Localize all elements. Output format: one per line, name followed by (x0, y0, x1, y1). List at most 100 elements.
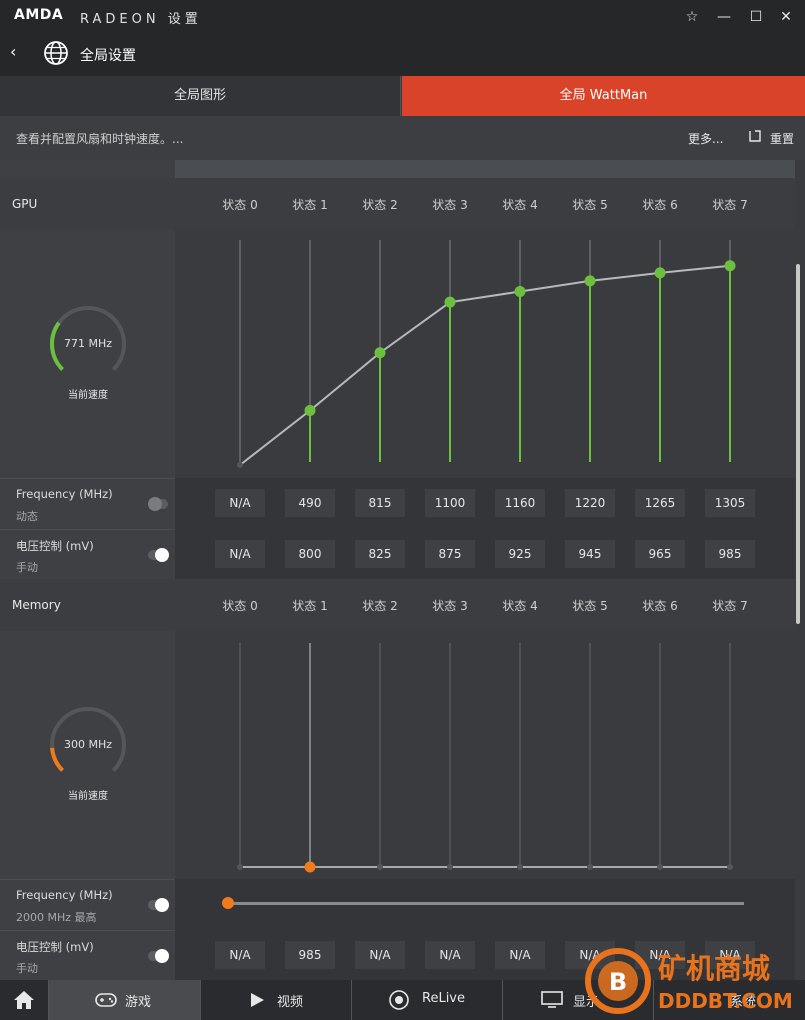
gpu-gauge-panel: 771 MHz 当前速度 (0, 230, 175, 478)
memory-voltage-toggle[interactable] (148, 949, 169, 963)
memory-frequency-slider-thumb[interactable] (222, 897, 234, 909)
app-title: RADEON 设置 (80, 12, 202, 27)
home-button[interactable] (0, 980, 48, 1020)
more-button[interactable]: 更多... (688, 130, 723, 147)
gpu-curve-line (239, 264, 731, 466)
memory-state-2-point[interactable] (377, 864, 383, 870)
gpu-frequency-control: Frequency (MHz) 动态 (0, 478, 175, 529)
gpu-state-5-point[interactable] (584, 275, 596, 287)
tab-video-label: 视频 (277, 995, 304, 1010)
gpu-frequency-state-1-input[interactable]: 490 (285, 489, 335, 517)
gpu-state-7-point[interactable] (724, 260, 736, 272)
gpu-frequency-state-7-input[interactable]: 1305 (705, 489, 755, 517)
memory-state-7-label: 状态 7 (712, 599, 748, 613)
memory-state-3-point[interactable] (447, 864, 453, 870)
gpu-voltage-state-6-input[interactable]: 965 (635, 540, 685, 568)
memory-gauge-panel: 300 MHz 当前速度 (0, 631, 175, 879)
gpu-frequency-state-5-input[interactable]: 1220 (565, 489, 615, 517)
gpu-frequency-state-0-input[interactable]: N/A (215, 489, 265, 517)
memory-state-4-point[interactable] (517, 864, 523, 870)
gpu-frequency-state-2-input[interactable]: 815 (355, 489, 405, 517)
memory-frequency-toggle[interactable] (148, 898, 169, 912)
favorite-star-icon[interactable]: ☆ (681, 6, 703, 28)
tab-global-graphics[interactable]: 全局图形 (0, 76, 401, 116)
back-chevron-icon[interactable]: ‹ (10, 42, 16, 61)
gpu-voltage-state-3-input[interactable]: 875 (425, 540, 475, 568)
monitor-icon (541, 991, 563, 1008)
memory-state-6-point[interactable] (657, 864, 663, 870)
memory-state-0-label: 状态 0 (222, 599, 258, 613)
reset-button[interactable]: 重置 (770, 130, 794, 147)
gpu-state-4-label: 状态 4 (502, 198, 538, 212)
memory-voltage-state-1-input[interactable]: 985 (285, 941, 335, 969)
gpu-voltage-state-1-input[interactable]: 800 (285, 540, 335, 568)
gpu-voltage-control: 电压控制 (mV) 手动 (0, 529, 175, 579)
memory-state-1-point[interactable] (304, 861, 316, 873)
minimize-button[interactable]: — (713, 6, 735, 28)
gpu-state-4-point[interactable] (514, 286, 526, 298)
gpu-frequency-state-4-input[interactable]: 1160 (495, 489, 545, 517)
description-text: 查看并配置风扇和时钟速度。... (16, 132, 184, 146)
memory-state-0-point[interactable] (237, 864, 243, 870)
gpu-state-7-label: 状态 7 (712, 198, 748, 212)
memory-state-6-label: 状态 6 (642, 599, 678, 613)
gpu-frequency-state-6-input[interactable]: 1265 (635, 489, 685, 517)
gpu-state-2-label: 状态 2 (362, 198, 398, 212)
memory-voltage-state-3-input[interactable]: N/A (425, 941, 475, 969)
memory-frequency-title: Frequency (MHz) (16, 888, 113, 902)
play-icon (251, 993, 264, 1007)
gpu-voltage-state-0-input[interactable]: N/A (215, 540, 265, 568)
left-panel-top (0, 160, 175, 178)
gpu-state-0-point[interactable] (237, 462, 243, 468)
tab-video[interactable]: 视频 (200, 980, 351, 1020)
tab-relive[interactable]: ReLive (351, 980, 502, 1020)
gpu-voltage-state-7-input[interactable]: 985 (705, 540, 755, 568)
title-bar: AMDA RADEON 设置 ☆ — ☐ ✕ (0, 0, 805, 34)
gpu-frequency-toggle[interactable] (148, 497, 168, 511)
memory-state-5-point[interactable] (587, 864, 593, 870)
gpu-state-5-label: 状态 5 (572, 198, 608, 212)
memory-state-2-label: 状态 2 (362, 599, 398, 613)
maximize-button[interactable]: ☐ (745, 6, 767, 28)
gpu-state-1-label: 状态 1 (292, 198, 328, 212)
gpu-frequency-values: N/A 490 815 1100 1160 1220 1265 1305 (175, 478, 795, 529)
memory-state-header: 状态 0 状态 1 状态 2 状态 3 状态 4 状态 5 状态 6 状态 7 (175, 579, 795, 631)
memory-state-4-label: 状态 4 (502, 599, 538, 613)
scrollbar[interactable] (796, 264, 800, 624)
gpu-voltage-state-2-input[interactable]: 825 (355, 540, 405, 568)
gpu-state-2-point[interactable] (374, 347, 386, 359)
gpu-gauge-caption: 当前速度 (68, 390, 108, 401)
gpu-state-3-point[interactable] (444, 296, 456, 308)
watermark-logo: B 矿机商城 DDDBT.COM (585, 948, 793, 1014)
memory-voltage-mode: 手动 (16, 962, 38, 975)
memory-frequency-chart (237, 643, 733, 873)
globe-icon (44, 41, 68, 65)
reset-icon[interactable] (748, 129, 762, 143)
memory-voltage-state-4-input[interactable]: N/A (495, 941, 545, 969)
memory-voltage-title: 电压控制 (mV) (16, 940, 94, 954)
gpu-frequency-state-3-input[interactable]: 1100 (425, 489, 475, 517)
memory-frequency-slider-track[interactable] (228, 902, 744, 905)
home-icon (14, 991, 34, 1009)
gpu-state-6-label: 状态 6 (642, 198, 678, 212)
memory-state-1-label: 状态 1 (292, 599, 328, 613)
memory-voltage-state-2-input[interactable]: N/A (355, 941, 405, 969)
gpu-state-6-point[interactable] (654, 267, 666, 279)
memory-state-7-point[interactable] (727, 864, 733, 870)
gpu-frequency-chart (237, 240, 736, 468)
gpu-state-1-point[interactable] (304, 404, 316, 416)
gpu-voltage-toggle[interactable] (148, 548, 169, 562)
gpu-voltage-state-5-input[interactable]: 945 (565, 540, 615, 568)
memory-section-label: Memory (12, 598, 61, 612)
memory-state-5-label: 状态 5 (572, 599, 608, 613)
memory-voltage-state-0-input[interactable]: N/A (215, 941, 265, 969)
gpu-voltage-state-4-input[interactable]: 925 (495, 540, 545, 568)
memory-frequency-slider-row (175, 879, 795, 930)
tab-games[interactable]: 游戏 (48, 980, 200, 1020)
gpu-state-3-label: 状态 3 (432, 198, 468, 212)
gpu-state-0-label: 状态 0 (222, 198, 258, 212)
memory-header-left: Memory (0, 579, 175, 631)
close-button[interactable]: ✕ (775, 6, 797, 28)
memory-chart-panel (175, 631, 795, 879)
tab-global-wattman[interactable]: 全局 WattMan (402, 76, 805, 116)
